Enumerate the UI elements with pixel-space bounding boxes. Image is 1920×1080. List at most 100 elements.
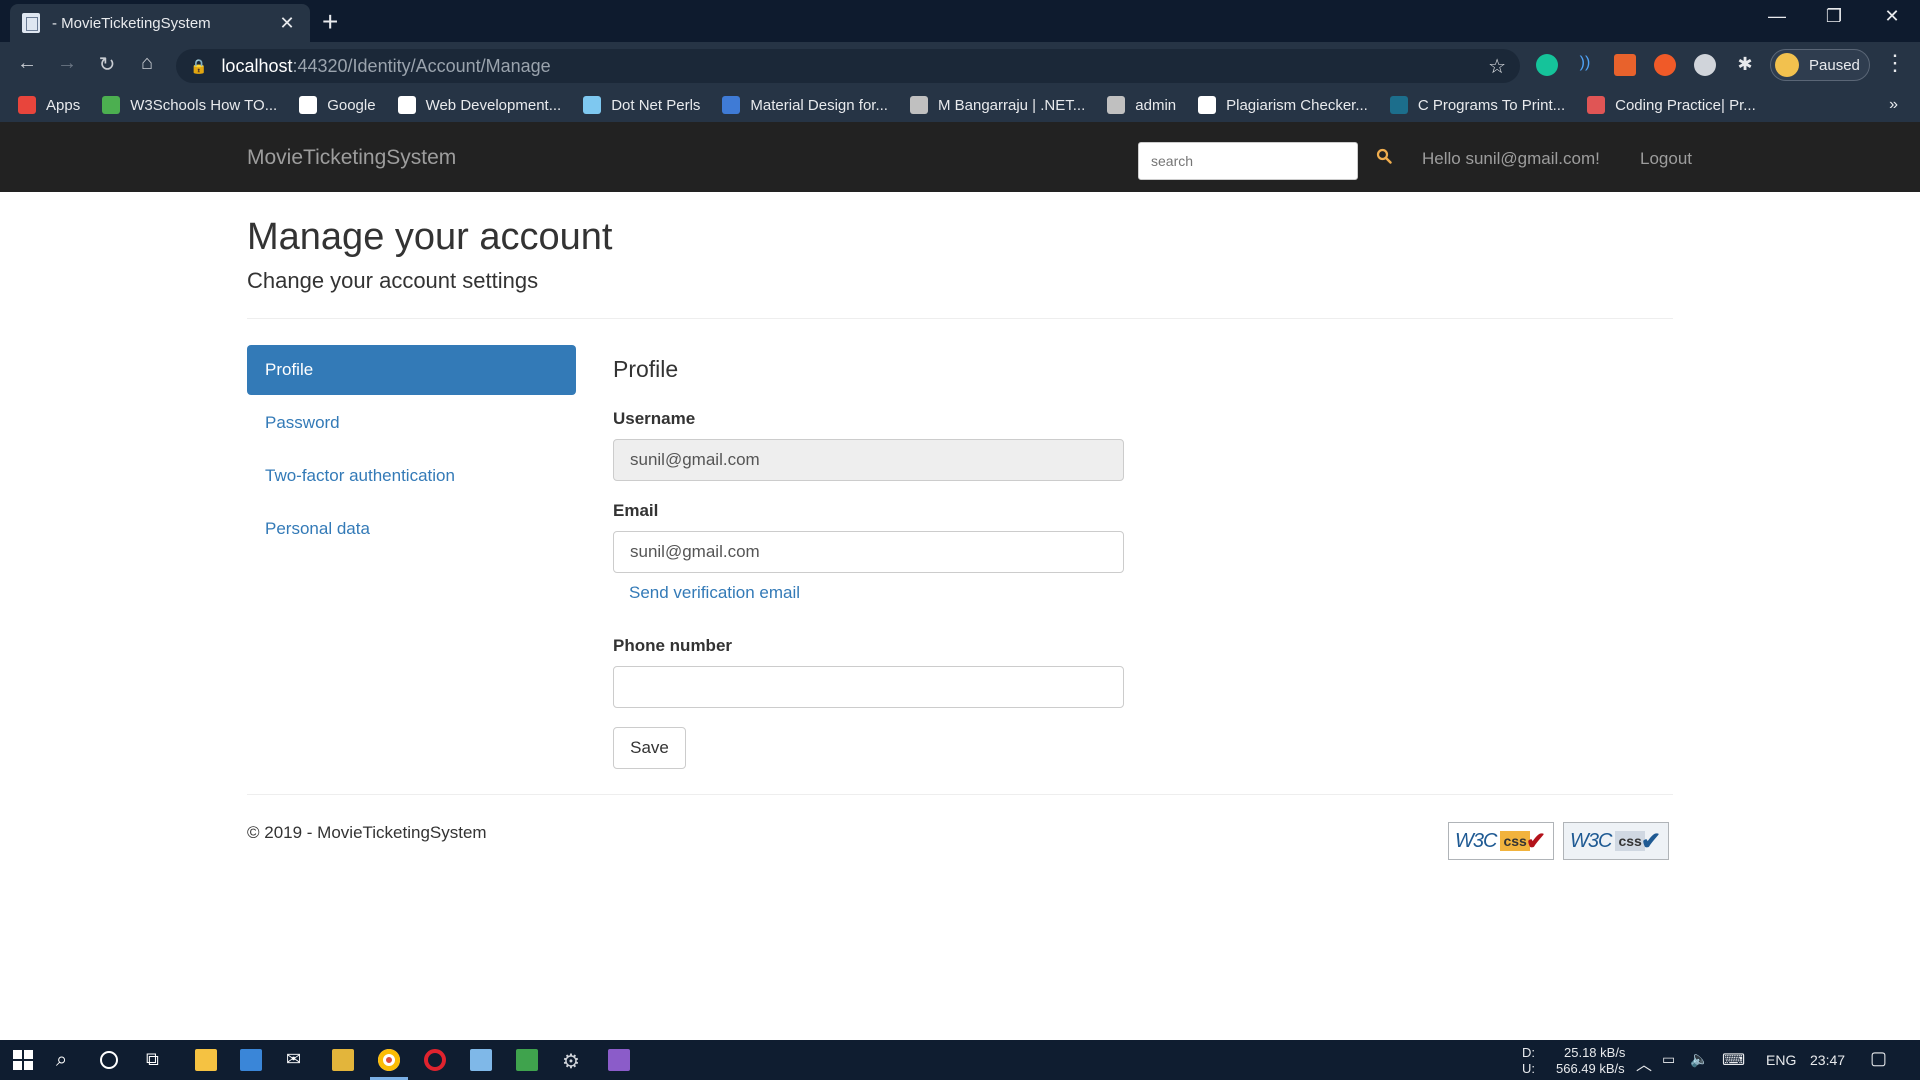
kebab-menu-icon[interactable]: ⋮ [1884, 50, 1906, 76]
bookmark-label: admin [1135, 96, 1177, 114]
file-explorer-icon[interactable] [195, 1049, 217, 1071]
bookmarks-bar: Apps W3Schools How TO... Google Web Develop… [0, 88, 1920, 122]
page-title: Manage your account [247, 216, 613, 258]
bookmark-star-icon[interactable]: ☆ [1488, 54, 1506, 79]
volume-icon[interactable]: 🔈 [1690, 1050, 1709, 1068]
bookmark-label: Coding Practice| Pr... [1615, 96, 1756, 114]
notepad-icon[interactable] [470, 1049, 492, 1071]
bookmark-favicon-icon [722, 96, 741, 114]
app-icon[interactable] [332, 1049, 354, 1071]
sidenav-item-password[interactable]: Password [247, 398, 576, 448]
net-upload-label: U: [1522, 1061, 1535, 1076]
mail-icon[interactable]: ✉ [286, 1049, 308, 1071]
search-input[interactable] [1138, 142, 1358, 180]
close-tab-icon[interactable]: ✕ [276, 13, 298, 34]
phone-number-field[interactable] [613, 666, 1124, 708]
notifications-icon[interactable]: ▢ [1870, 1048, 1887, 1069]
bookmark-item[interactable]: C Programs To Print... [1389, 96, 1565, 114]
home-icon[interactable]: ⌂ [132, 52, 162, 75]
email-label: Email [613, 501, 659, 520]
url-host: localhost [221, 55, 293, 76]
bookmark-favicon-icon [583, 96, 602, 114]
grammarly-extension-icon[interactable] [1536, 54, 1558, 76]
clock[interactable]: 23:47 [1810, 1052, 1845, 1068]
bookmark-label: Material Design for... [750, 96, 888, 114]
bookmark-item[interactable]: admin [1107, 96, 1176, 114]
minimize-icon[interactable]: — [1757, 6, 1797, 27]
new-tab-icon[interactable]: + [322, 6, 338, 38]
notepadpp-icon[interactable] [516, 1049, 538, 1071]
net-download-speed: 25.18 kB/s [1564, 1045, 1626, 1060]
bookmark-label: M Bangarraju | .NET... [937, 96, 1086, 114]
search-icon[interactable] [1376, 148, 1392, 164]
cortana-icon[interactable] [100, 1051, 118, 1069]
battery-icon[interactable]: ▭ [1662, 1051, 1675, 1068]
visual-studio-icon[interactable] [608, 1049, 630, 1071]
off-extension-icon[interactable] [1614, 54, 1636, 76]
windows-taskbar: ⌕ ⧉ ✉ ⚙ D: U: 25.18 kB/s 566.49 kB/s ︿ ▭… [0, 1040, 1920, 1080]
sidenav-item-profile[interactable]: Profile [247, 345, 576, 395]
reload-icon[interactable]: ↻ [92, 52, 122, 77]
w3c-css-badge-blue[interactable]: W3C css ✔ [1563, 822, 1669, 860]
logout-button[interactable]: Logout [1640, 149, 1692, 169]
windows-start-icon[interactable] [12, 1049, 34, 1071]
sidenav-item-personal-data[interactable]: Personal data [247, 504, 576, 554]
keyboard-icon[interactable]: ⌨ [1722, 1050, 1745, 1070]
audio-extension-icon[interactable]: )) [1574, 54, 1596, 76]
bookmark-item[interactable]: W3Schools How TO... [102, 96, 277, 114]
store-icon[interactable] [240, 1049, 262, 1071]
bookmark-item[interactable]: Web Development... [397, 96, 562, 114]
task-view-icon[interactable]: ⧉ [146, 1049, 168, 1071]
more-bookmarks-icon[interactable]: » [1889, 96, 1898, 114]
save-button[interactable]: Save [613, 727, 686, 769]
red-check-icon: ✔ [1525, 827, 1546, 855]
tab-title: - MovieTicketingSystem [52, 14, 211, 32]
bookmark-item[interactable]: Apps [18, 96, 80, 114]
send-verification-email-link[interactable]: Send verification email [629, 583, 800, 603]
show-hidden-icons-icon[interactable]: ︿ [1636, 1051, 1652, 1075]
bookmark-label: Web Development... [425, 96, 562, 114]
bookmark-item[interactable]: Plagiarism Checker... [1198, 96, 1368, 114]
hello-user-link[interactable]: Hello sunil@gmail.com! [1422, 149, 1600, 169]
page-subtitle: Change your account settings [247, 268, 539, 293]
footer-copyright: © 2019 - MovieTicketingSystem [247, 823, 487, 842]
close-window-icon[interactable]: ✕ [1872, 6, 1912, 27]
bookmark-item[interactable]: Dot Net Perls [583, 96, 700, 114]
restore-icon[interactable]: ❐ [1814, 6, 1854, 27]
puzzle-extensions-icon[interactable]: ✱ [1734, 54, 1756, 76]
search-taskbar-icon[interactable]: ⌕ [56, 1049, 78, 1071]
bookmark-favicon-icon [397, 96, 416, 114]
w3c-badge-text: W3C [1570, 829, 1612, 852]
blue-check-icon: ✔ [1640, 827, 1661, 855]
bookmark-item[interactable]: Material Design for... [722, 96, 888, 114]
profile-button[interactable]: Paused [1770, 49, 1870, 81]
bookmark-item[interactable]: Google [299, 96, 376, 114]
orange-extension-icon[interactable] [1654, 54, 1676, 76]
site-navbar: MovieTicketingSystem Hello sunil@gmail.c… [0, 122, 1920, 192]
back-icon[interactable]: ← [12, 52, 42, 75]
settings-gear-icon[interactable]: ⚙ [562, 1049, 584, 1073]
bookmark-favicon-icon [909, 96, 928, 114]
bookmark-label: Dot Net Perls [611, 96, 701, 114]
bookmark-label: W3Schools How TO... [130, 96, 278, 114]
site-brand[interactable]: MovieTicketingSystem [247, 146, 456, 170]
bookmark-item[interactable]: Coding Practice| Pr... [1587, 96, 1756, 114]
bookmark-label: Plagiarism Checker... [1226, 96, 1368, 114]
language-indicator[interactable]: ENG [1766, 1052, 1796, 1068]
profile-heading: Profile [613, 356, 679, 382]
net-download-label: D: [1522, 1045, 1535, 1060]
opera-icon[interactable] [424, 1049, 446, 1071]
grey-extension-icon[interactable] [1694, 54, 1716, 76]
email-field[interactable] [613, 531, 1124, 573]
forward-icon[interactable]: → [52, 52, 82, 75]
browser-tab[interactable]: - MovieTicketingSystem ✕ [10, 4, 310, 42]
sidenav-item-two-factor[interactable]: Two-factor authentication [247, 451, 576, 501]
address-bar[interactable]: 🔒 localhost :44320/Identity/Account/Mana… [176, 49, 1520, 83]
bookmark-item[interactable]: M Bangarraju | .NET... [909, 96, 1086, 114]
username-field [613, 439, 1124, 481]
chrome-icon[interactable] [378, 1049, 400, 1071]
net-upload-speed: 566.49 kB/s [1556, 1061, 1625, 1076]
username-label: Username [613, 409, 696, 428]
bookmark-favicon-icon [299, 96, 318, 114]
w3c-css-badge-red[interactable]: W3C css ✔ [1448, 822, 1554, 860]
